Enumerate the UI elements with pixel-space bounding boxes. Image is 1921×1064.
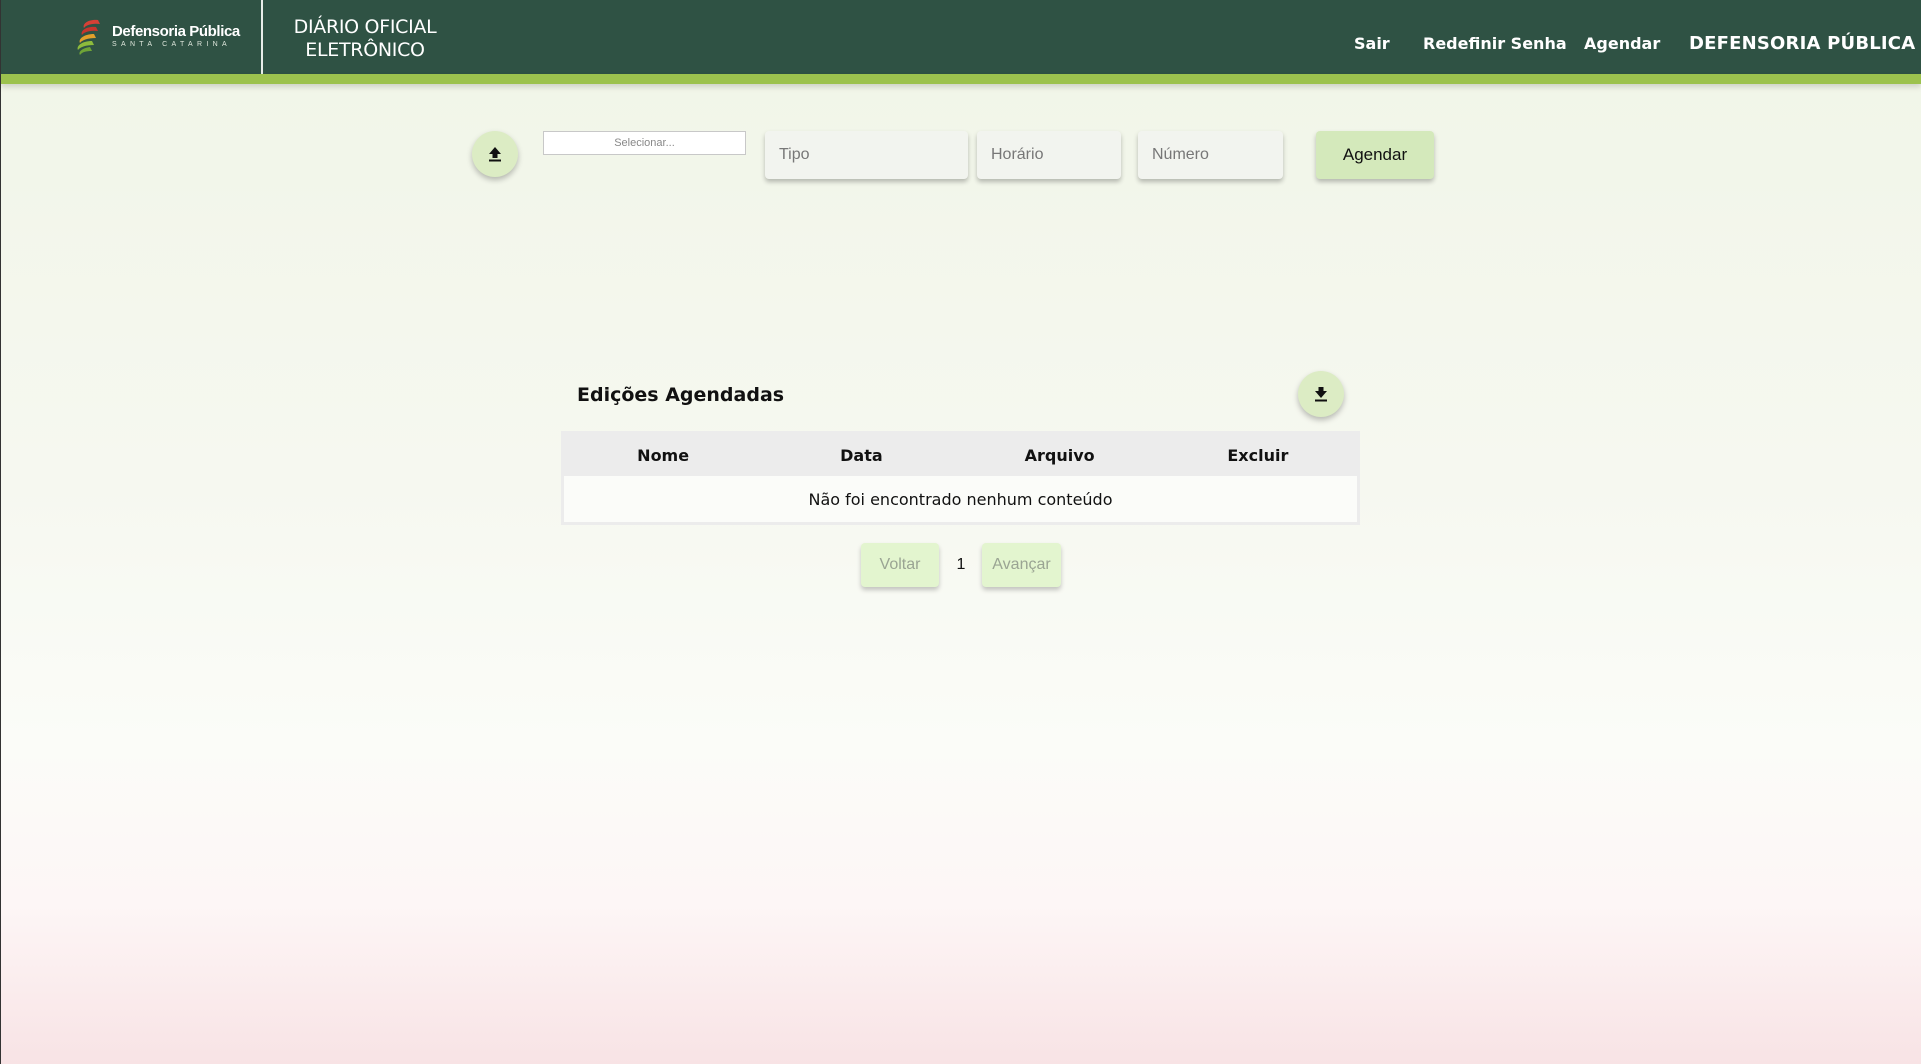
table-empty-message: Não foi encontrado nenhum conteúdo <box>808 489 1113 509</box>
section-title: Edições Agendadas <box>577 384 785 406</box>
pagination-next-button[interactable]: Avançar <box>982 543 1061 587</box>
tipo-input[interactable] <box>765 131 968 179</box>
window-left-edge <box>0 0 1 1064</box>
upload-button[interactable] <box>472 131 518 177</box>
table-header: Nome Data Arquivo Excluir <box>564 434 1357 476</box>
scheduled-editions-table: Nome Data Arquivo Excluir Não foi encont… <box>561 431 1360 525</box>
column-header-excluir: Excluir <box>1227 445 1289 465</box>
logo-name: Defensoria Pública <box>112 22 240 40</box>
horario-input[interactable] <box>977 131 1121 179</box>
agendar-button[interactable]: Agendar <box>1316 131 1434 179</box>
top-header: Defensoria Pública SANTA CATARINA DIÁRIO… <box>1 0 1921 74</box>
column-header-arquivo: Arquivo <box>1024 445 1095 465</box>
logo-subtitle: SANTA CATARINA <box>112 40 231 48</box>
column-header-nome: Nome <box>637 445 690 465</box>
file-select-input[interactable]: Selecionar... <box>543 131 746 155</box>
pagination-prev-button[interactable]: Voltar <box>861 543 939 587</box>
header-accent-stripe <box>1 74 1921 84</box>
header-divider <box>261 0 263 74</box>
upload-icon <box>489 147 501 162</box>
numero-input[interactable] <box>1138 131 1283 179</box>
download-icon <box>1315 387 1327 402</box>
pagination-current-page: 1 <box>956 556 966 573</box>
app-title-line1: DIÁRIO OFICIAL <box>293 16 437 38</box>
app-title: DIÁRIO OFICIAL ELETRÔNICO <box>285 16 445 62</box>
download-button[interactable] <box>1298 371 1344 417</box>
defensoria-logo-icon <box>77 19 100 55</box>
app-title-line2: ELETRÔNICO <box>305 39 425 61</box>
column-header-data: Data <box>840 445 883 465</box>
defensoria-logo[interactable]: Defensoria Pública SANTA CATARINA <box>74 16 240 56</box>
